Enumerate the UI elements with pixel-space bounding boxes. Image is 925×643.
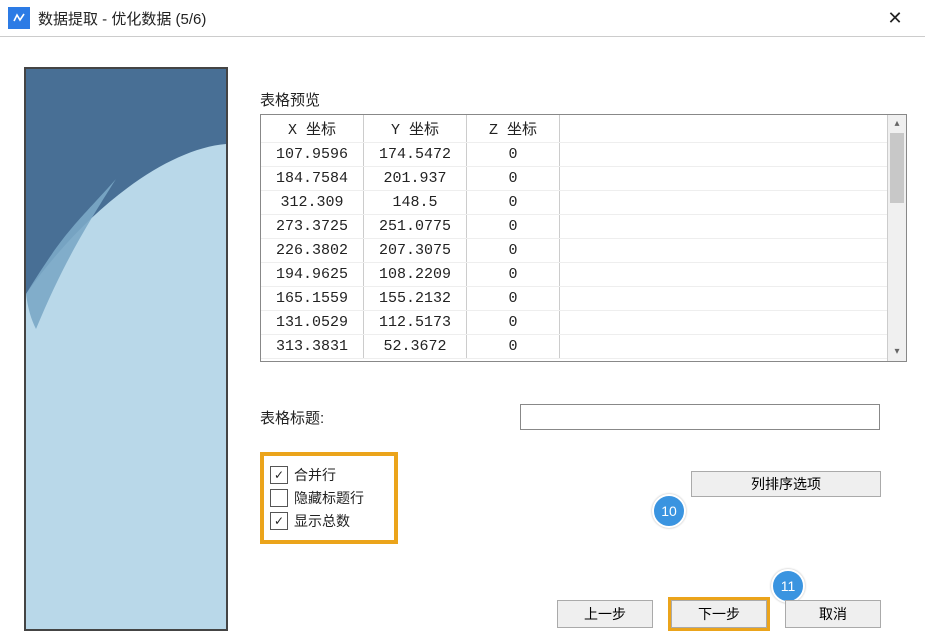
app-icon <box>8 7 30 29</box>
table-row[interactable]: 107.9596174.54720 <box>261 143 887 167</box>
table-header-cell[interactable]: Z 坐标 <box>467 115 560 143</box>
table-cell-pad <box>560 191 888 215</box>
table-cell: 226.3802 <box>261 239 364 263</box>
table-cell: 0 <box>467 143 560 167</box>
table-cell: 112.5173 <box>364 311 467 335</box>
checkbox-group-highlight: ✓ 合并行 隐藏标题行 ✓ 显示总数 <box>260 452 398 544</box>
show-totals-label: 显示总数 <box>294 511 350 531</box>
table-cell: 194.9625 <box>261 263 364 287</box>
table-cell-pad <box>560 311 888 335</box>
table-cell: 312.309 <box>261 191 364 215</box>
table-row[interactable]: 312.309148.50 <box>261 191 887 215</box>
table-header-pad <box>560 115 888 143</box>
table-cell: 251.0775 <box>364 215 467 239</box>
hide-header-label: 隐藏标题行 <box>294 488 364 508</box>
table-cell: 0 <box>467 287 560 311</box>
table-cell: 131.0529 <box>261 311 364 335</box>
table-cell: 0 <box>467 191 560 215</box>
hide-header-checkbox[interactable] <box>270 489 288 507</box>
table-cell-pad <box>560 215 888 239</box>
merge-rows-label: 合并行 <box>294 465 336 485</box>
table-row[interactable]: 273.3725251.07750 <box>261 215 887 239</box>
table-cell: 201.937 <box>364 167 467 191</box>
table-row[interactable]: 131.0529112.51730 <box>261 311 887 335</box>
scroll-down-icon[interactable]: ▾ <box>888 343 906 361</box>
table-cell-pad <box>560 287 888 311</box>
table-cell-pad <box>560 263 888 287</box>
table-cell: 155.2132 <box>364 287 467 311</box>
table-cell: 273.3725 <box>261 215 364 239</box>
table-cell: 107.9596 <box>261 143 364 167</box>
table-cell: 148.5 <box>364 191 467 215</box>
table-scrollbar[interactable]: ▴ ▾ <box>887 115 906 361</box>
table-cell-pad <box>560 167 888 191</box>
table-cell: 108.2209 <box>364 263 467 287</box>
table-cell: 0 <box>467 239 560 263</box>
table-row[interactable]: 165.1559155.21320 <box>261 287 887 311</box>
table-cell-pad <box>560 143 888 167</box>
step-badge-10: 10 <box>652 494 686 528</box>
table-row[interactable]: 184.7584201.9370 <box>261 167 887 191</box>
table-cell: 174.5472 <box>364 143 467 167</box>
table-cell: 0 <box>467 263 560 287</box>
prev-button[interactable]: 上一步 <box>557 600 653 628</box>
table-cell: 184.7584 <box>261 167 364 191</box>
table-cell: 52.3672 <box>364 335 467 359</box>
table-header-cell[interactable]: X 坐标 <box>261 115 364 143</box>
table-cell: 207.3075 <box>364 239 467 263</box>
table-header-cell[interactable]: Y 坐标 <box>364 115 467 143</box>
table-cell: 313.3831 <box>261 335 364 359</box>
table-row[interactable]: 313.383152.36720 <box>261 335 887 359</box>
scroll-up-icon[interactable]: ▴ <box>888 115 906 133</box>
table-preview-label: 表格预览 <box>260 89 907 110</box>
preview-thumbnail <box>24 67 228 631</box>
table-cell: 0 <box>467 311 560 335</box>
table-cell: 165.1559 <box>261 287 364 311</box>
scroll-thumb[interactable] <box>890 133 904 203</box>
window-title: 数据提取 - 优化数据 (5/6) <box>38 8 206 29</box>
table-title-input[interactable] <box>520 404 880 430</box>
table-cell: 0 <box>467 335 560 359</box>
table-cell-pad <box>560 335 888 359</box>
table-cell: 0 <box>467 215 560 239</box>
table-row[interactable]: 194.9625108.22090 <box>261 263 887 287</box>
show-totals-checkbox[interactable]: ✓ <box>270 512 288 530</box>
table-cell: 0 <box>467 167 560 191</box>
close-button[interactable]: ✕ <box>875 0 915 36</box>
table-row[interactable]: 226.3802207.30750 <box>261 239 887 263</box>
close-icon: ✕ <box>887 8 902 29</box>
next-button[interactable]: 下一步 <box>671 600 767 628</box>
cancel-button[interactable]: 取消 <box>785 600 881 628</box>
table-preview: X 坐标Y 坐标Z 坐标 107.9596174.54720184.758420… <box>260 114 907 362</box>
step-badge-11: 11 <box>771 569 805 603</box>
table-cell-pad <box>560 239 888 263</box>
table-title-label: 表格标题: <box>260 407 520 428</box>
titlebar: 数据提取 - 优化数据 (5/6) ✕ <box>0 0 925 37</box>
column-sort-options-button[interactable]: 列排序选项 <box>691 471 881 497</box>
merge-rows-checkbox[interactable]: ✓ <box>270 466 288 484</box>
